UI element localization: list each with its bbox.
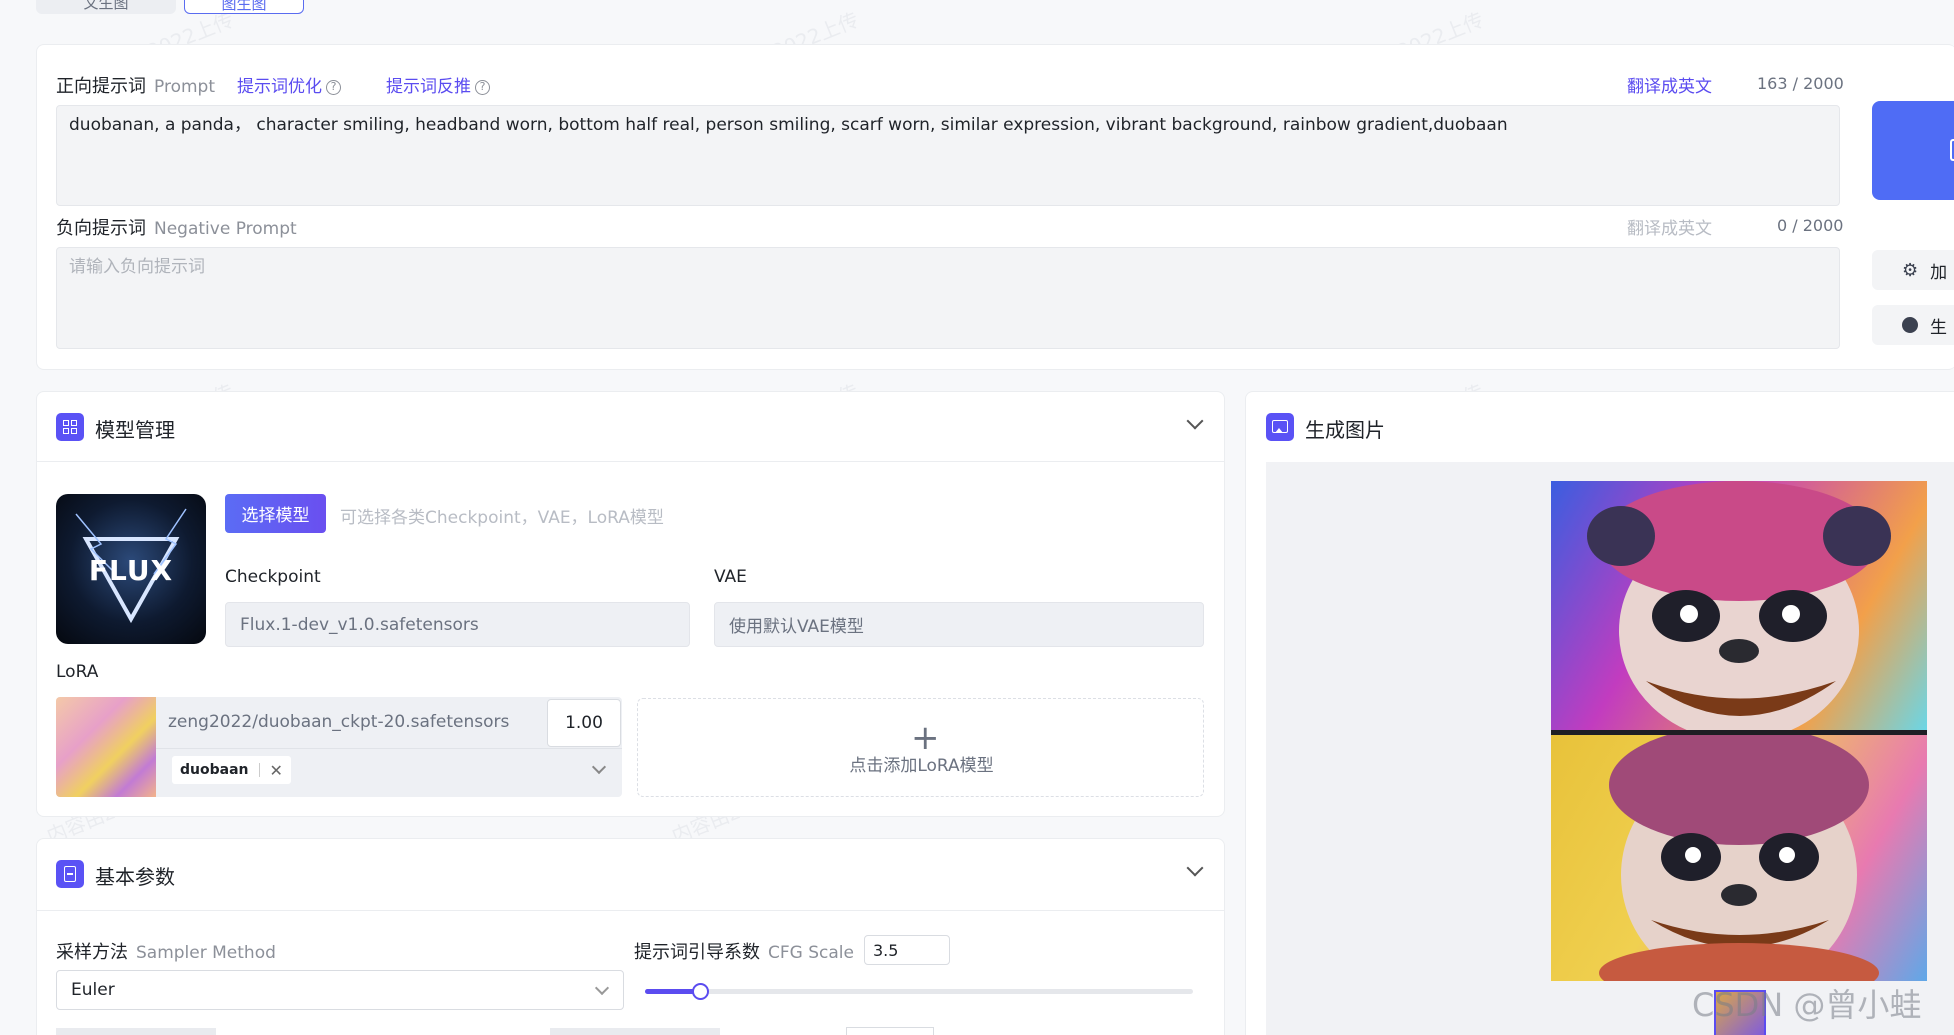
generate-icon <box>1950 139 1954 161</box>
cfg-label-en: CFG Scale <box>768 943 854 963</box>
chevron-down-icon <box>594 980 610 996</box>
panda-illustration <box>1587 481 1891 730</box>
tag-divider <box>258 763 260 777</box>
sampler-select[interactable]: Euler <box>56 970 624 1010</box>
cfg-input[interactable]: 3.5 <box>864 935 950 965</box>
next-row-input[interactable] <box>846 1027 934 1035</box>
help-icon: ? <box>326 80 341 95</box>
prompt-optimize-link[interactable]: 提示词优化? <box>237 72 341 97</box>
side-button-history-label: 生 <box>1930 317 1947 338</box>
clock-icon <box>1902 317 1918 333</box>
vae-label: VAE <box>714 567 747 587</box>
side-button-settings-label: 加 <box>1930 262 1948 283</box>
select-model-button[interactable]: 选择模型 <box>225 494 326 533</box>
sampler-label: 采样方法 Sampler Method <box>56 938 276 964</box>
negative-translate-link[interactable]: 翻译成英文 <box>1627 214 1712 239</box>
prompt-label-cn: 正向提示词 <box>56 76 146 97</box>
tab-text-to-image[interactable]: 文生图 <box>36 0 176 14</box>
divider <box>156 748 622 749</box>
flux-logo: FLUX <box>56 494 206 644</box>
plus-icon: + <box>911 718 940 758</box>
generated-image-top[interactable] <box>1551 481 1927 730</box>
negative-prompt-label: 负向提示词 Negative Prompt <box>56 214 297 240</box>
grid-icon <box>56 413 84 441</box>
prompt-label-en: Prompt <box>154 77 215 97</box>
cfg-label: 提示词引导系数 CFG Scale <box>634 938 854 964</box>
csdn-watermark: CSDN @曾小蛙 <box>1692 986 1922 1024</box>
help-icon: ? <box>475 80 490 95</box>
side-button-settings[interactable]: ⚙ 加 <box>1872 250 1954 290</box>
image-icon <box>1266 413 1294 441</box>
prompt-translate-link[interactable]: 翻译成英文 <box>1627 72 1712 97</box>
next-row-hint <box>550 1028 720 1035</box>
prompt-optimize-label: 提示词优化 <box>237 77 322 97</box>
add-lora-button[interactable]: + 点击添加LoRA模型 <box>637 698 1204 797</box>
generated-image-title: 生成图片 <box>1305 418 1385 442</box>
negative-counter: 0 / 2000 <box>1777 216 1844 235</box>
prompt-label: 正向提示词 Prompt <box>56 72 215 98</box>
generate-button[interactable] <box>1872 101 1954 200</box>
next-row-hint <box>56 1028 216 1035</box>
panda-illustration <box>1599 735 1879 981</box>
close-icon[interactable]: ✕ <box>270 761 283 780</box>
model-hint: 可选择各类Checkpoint，VAE，LoRA模型 <box>340 508 664 528</box>
divider <box>36 461 1225 462</box>
prompt-reverse-link[interactable]: 提示词反推? <box>386 72 490 97</box>
add-lora-label: 点击添加LoRA模型 <box>849 756 994 776</box>
model-management-title: 模型管理 <box>95 418 175 442</box>
lora-label: LoRA <box>56 662 99 682</box>
sampler-label-en: Sampler Method <box>136 943 276 963</box>
cfg-slider-track[interactable] <box>645 983 1193 1000</box>
cfg-slider-handle[interactable] <box>691 983 709 1000</box>
flux-logo-text: FLUX <box>88 554 174 587</box>
divider <box>36 910 1225 911</box>
checkpoint-label: Checkpoint <box>225 567 321 587</box>
sampler-select-value: Euler <box>71 980 115 1000</box>
negative-label-cn: 负向提示词 <box>56 218 146 239</box>
gear-icon: ⚙ <box>1902 259 1919 281</box>
prompt-reverse-label: 提示词反推 <box>386 77 471 97</box>
lora-thumbnail <box>56 697 156 797</box>
negative-prompt-textarea[interactable]: 请输入负向提示词 <box>56 247 1840 349</box>
vae-field[interactable]: 使用默认VAE模型 <box>714 602 1204 647</box>
cfg-label-cn: 提示词引导系数 <box>634 942 760 963</box>
sampler-label-cn: 采样方法 <box>56 942 128 963</box>
side-button-history[interactable]: 生 <box>1872 305 1954 345</box>
prompt-textarea[interactable]: duobanan, a panda， character smiling, he… <box>56 105 1840 206</box>
lora-weight-input[interactable]: 1.00 <box>547 699 621 747</box>
prompt-counter: 163 / 2000 <box>1757 74 1844 93</box>
document-icon <box>56 860 84 888</box>
generated-image-bottom[interactable] <box>1551 735 1927 981</box>
basic-params-title: 基本参数 <box>95 865 175 889</box>
lora-name: zeng2022/duobaan_ckpt-20.safetensors <box>168 712 510 732</box>
lora-trigger-tag-label: duobaan <box>180 762 249 778</box>
lora-trigger-tag: duobaan ✕ <box>172 756 291 784</box>
negative-label-en: Negative Prompt <box>154 219 297 239</box>
tab-image-to-image[interactable]: 图生图 <box>184 0 304 14</box>
checkpoint-field[interactable]: Flux.1-dev_v1.0.safetensors <box>225 602 690 647</box>
